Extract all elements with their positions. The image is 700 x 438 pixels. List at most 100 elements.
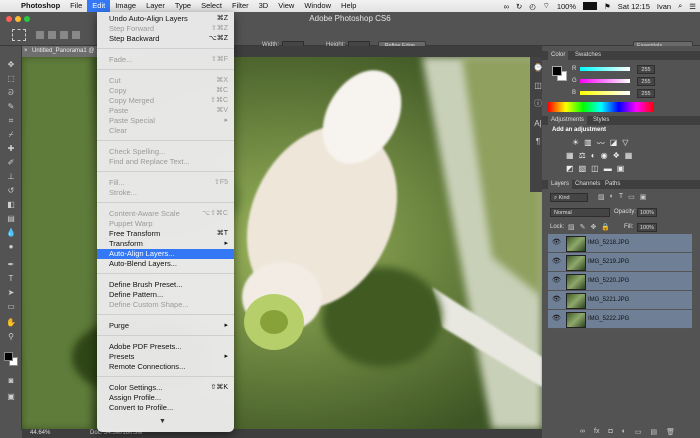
menu-item-transform[interactable]: Transform ▸ <box>97 239 234 249</box>
exposure-icon[interactable]: ◪ <box>610 138 618 149</box>
menu-item-remote-connections[interactable]: Remote Connections... <box>97 362 234 372</box>
color-foreground-swatch[interactable] <box>552 66 562 76</box>
menu-item-convert-to-profile[interactable]: Convert to Profile... <box>97 403 234 413</box>
menu-item-presets[interactable]: Presets ▸ <box>97 352 234 362</box>
fill-field[interactable]: 100% <box>637 223 657 232</box>
new-group-icon[interactable]: ▭ <box>635 428 642 438</box>
color-balance-icon[interactable]: ⚖ <box>579 151 586 160</box>
lock-all-icon[interactable]: 🔒 <box>601 223 610 231</box>
filter-smart-object-icon[interactable]: ▣ <box>640 193 647 201</box>
channel-mixer-icon[interactable]: ❖ <box>613 151 620 160</box>
r-value[interactable]: 255 <box>637 65 655 74</box>
sync-icon[interactable]: ↻ <box>516 2 522 11</box>
menu-item-free-transform[interactable]: Free Transform ⌘T <box>97 229 234 239</box>
filter-pixel-icon[interactable]: ▨ <box>598 193 605 201</box>
history-brush-tool-icon[interactable]: ↺ <box>5 186 17 196</box>
threshold-icon[interactable]: ◫ <box>591 164 599 173</box>
tab-channels[interactable]: Channels <box>572 180 603 189</box>
zoom-tool-icon[interactable]: ⚲ <box>5 332 17 342</box>
photo-filter-icon[interactable]: ◉ <box>601 151 608 160</box>
menu-item-purge[interactable]: Purge ▸ <box>97 321 234 331</box>
color-spectrum-ramp[interactable] <box>548 102 654 112</box>
menu-scroll-down-icon[interactable]: ▼ <box>159 418 166 425</box>
healing-brush-tool-icon[interactable]: ✚ <box>5 144 17 154</box>
g-slider[interactable] <box>580 79 630 83</box>
menu-app[interactable]: Photoshop <box>16 0 65 12</box>
menu-filter[interactable]: Filter <box>227 0 254 12</box>
hand-tool-icon[interactable]: ✋ <box>5 318 17 328</box>
search-icon[interactable]: ⌕ <box>678 1 682 11</box>
tab-paths[interactable]: Paths <box>602 180 623 189</box>
blur-tool-icon[interactable]: 💧 <box>5 228 17 238</box>
minimize-window-icon[interactable] <box>15 16 21 22</box>
b-value[interactable]: 255 <box>637 89 655 98</box>
menu-image[interactable]: Image <box>110 0 141 12</box>
hue-saturation-icon[interactable]: ▦ <box>566 151 574 160</box>
creative-cloud-icon[interactable]: ∞ <box>504 2 509 11</box>
foreground-color-swatch[interactable] <box>4 352 13 361</box>
user-name[interactable]: Ivan <box>657 2 671 11</box>
quick-mask-icon[interactable]: ◙ <box>5 376 17 386</box>
menu-window[interactable]: Window <box>299 0 336 12</box>
menu-layer[interactable]: Layer <box>141 0 170 12</box>
dodge-tool-icon[interactable]: ● <box>5 242 17 252</box>
list-icon[interactable]: ☰ <box>689 2 696 11</box>
marquee-tool-icon[interactable]: ⬚ <box>5 74 17 84</box>
curves-icon[interactable]: 〰 <box>597 138 605 149</box>
visibility-eye-icon[interactable]: 👁 <box>552 257 561 265</box>
layer-row[interactable]: 👁 IMG_5219.JPG <box>548 253 692 272</box>
move-tool-icon[interactable]: ✥ <box>5 60 17 70</box>
menu-item-auto-blend-layers[interactable]: Auto-Blend Layers... <box>97 259 234 269</box>
lock-transparency-icon[interactable]: ▨ <box>568 223 575 231</box>
path-selection-tool-icon[interactable]: ➤ <box>5 288 17 298</box>
gradient-map-icon[interactable]: ▬ <box>604 164 612 173</box>
intersect-selection-icon[interactable] <box>72 31 80 39</box>
menu-item-define-pattern[interactable]: Define Pattern... <box>97 290 234 300</box>
layer-row[interactable]: 👁 IMG_5220.JPG <box>548 272 692 291</box>
crop-tool-icon[interactable]: ⌗ <box>5 116 17 126</box>
menubar-clock[interactable]: Sat 12:15 <box>618 2 650 11</box>
filter-adjustment-icon[interactable]: ◐ <box>610 193 614 201</box>
eyedropper-tool-icon[interactable]: ⌿ <box>5 130 17 140</box>
new-adjustment-layer-icon[interactable]: ◐ <box>622 428 626 438</box>
gradient-tool-icon[interactable]: ▤ <box>5 214 17 224</box>
zoom-level[interactable]: 44.64% <box>30 429 50 438</box>
visibility-eye-icon[interactable]: 👁 <box>552 314 561 322</box>
menu-item-undo[interactable]: Undo Auto-Align Layers ⌘Z <box>97 14 234 24</box>
visibility-eye-icon[interactable]: 👁 <box>552 276 561 284</box>
add-selection-icon[interactable] <box>48 31 56 39</box>
lasso-tool-icon[interactable]: ᘐ <box>5 88 17 98</box>
quick-select-tool-icon[interactable]: ✎ <box>5 102 17 112</box>
visibility-eye-icon[interactable]: 👁 <box>552 295 561 303</box>
invert-icon[interactable]: ◩ <box>566 164 574 173</box>
menu-file[interactable]: File <box>65 0 87 12</box>
tab-adjustments[interactable]: Adjustments <box>548 116 588 125</box>
close-tab-icon[interactable]: × <box>24 46 28 57</box>
layer-filter-kind-select[interactable]: ⌕ Kind <box>550 193 588 202</box>
lock-pixels-icon[interactable]: ✎ <box>580 223 586 231</box>
type-tool-icon[interactable]: T <box>5 274 17 284</box>
layer-row[interactable]: 👁 IMG_5222.JPG <box>548 310 692 329</box>
shape-tool-icon[interactable]: ▭ <box>5 302 17 312</box>
filter-type-icon[interactable]: T <box>619 193 623 201</box>
screen-mode-icon[interactable]: ▣ <box>5 392 17 402</box>
pen-tool-icon[interactable]: ✒ <box>5 260 17 270</box>
black-white-icon[interactable]: ◐ <box>591 151 596 160</box>
menu-item-assign-profile[interactable]: Assign Profile... <box>97 393 234 403</box>
visibility-eye-icon[interactable]: 👁 <box>552 238 561 246</box>
clone-stamp-tool-icon[interactable]: ⊥ <box>5 172 17 182</box>
marquee-tool-preset-icon[interactable] <box>12 29 26 41</box>
battery-percent[interactable]: 100% <box>557 2 576 11</box>
subtract-selection-icon[interactable] <box>60 31 68 39</box>
menu-edit[interactable]: Edit <box>87 0 111 12</box>
g-value[interactable]: 255 <box>637 77 655 86</box>
menu-type[interactable]: Type <box>170 0 196 12</box>
layer-style-icon[interactable]: fx <box>594 428 599 438</box>
tab-styles[interactable]: Styles <box>590 116 612 125</box>
layer-row[interactable]: 👁 IMG_5221.JPG <box>548 291 692 310</box>
clock-status-icon[interactable]: ◴ <box>529 2 536 11</box>
tab-swatches[interactable]: Swatches <box>572 51 604 60</box>
add-mask-icon[interactable]: ◘ <box>608 428 612 438</box>
zoom-window-icon[interactable] <box>24 16 30 22</box>
color-lookup-icon[interactable]: ▦ <box>625 151 633 160</box>
